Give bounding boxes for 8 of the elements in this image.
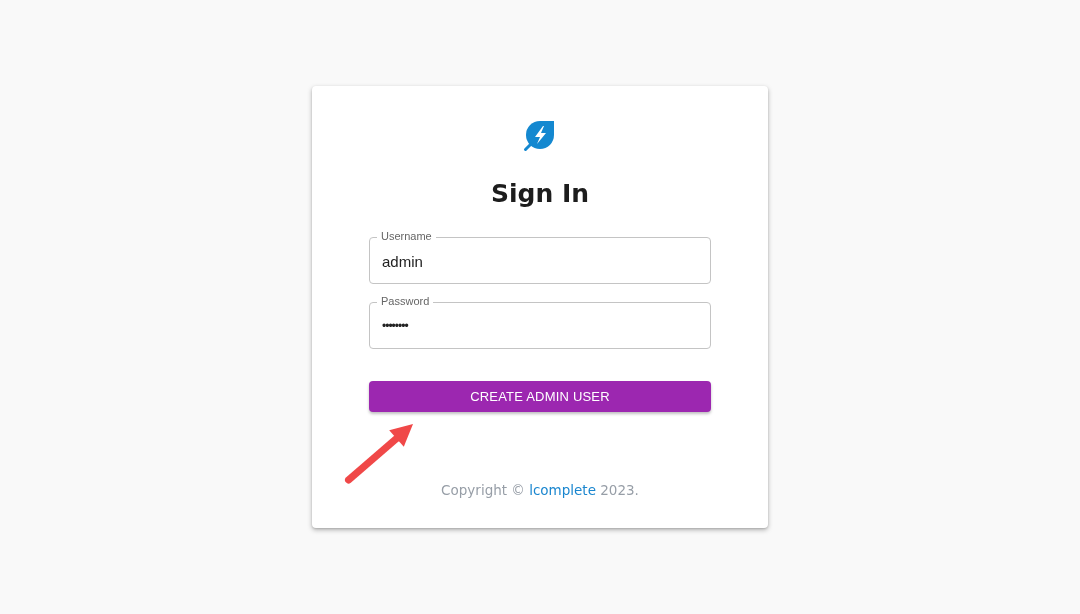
- page-title: Sign In: [490, 178, 590, 210]
- leaf-bolt-logo-icon: [523, 118, 557, 152]
- create-admin-button[interactable]: CREATE ADMIN USER: [369, 381, 711, 412]
- copyright-text: Copyright © lcomplete 2023.: [441, 481, 639, 500]
- annotation-arrow: [344, 421, 416, 485]
- field-label: Password: [377, 294, 434, 308]
- author-link[interactable]: lcomplete: [529, 482, 596, 498]
- field-label: Username: [377, 229, 436, 243]
